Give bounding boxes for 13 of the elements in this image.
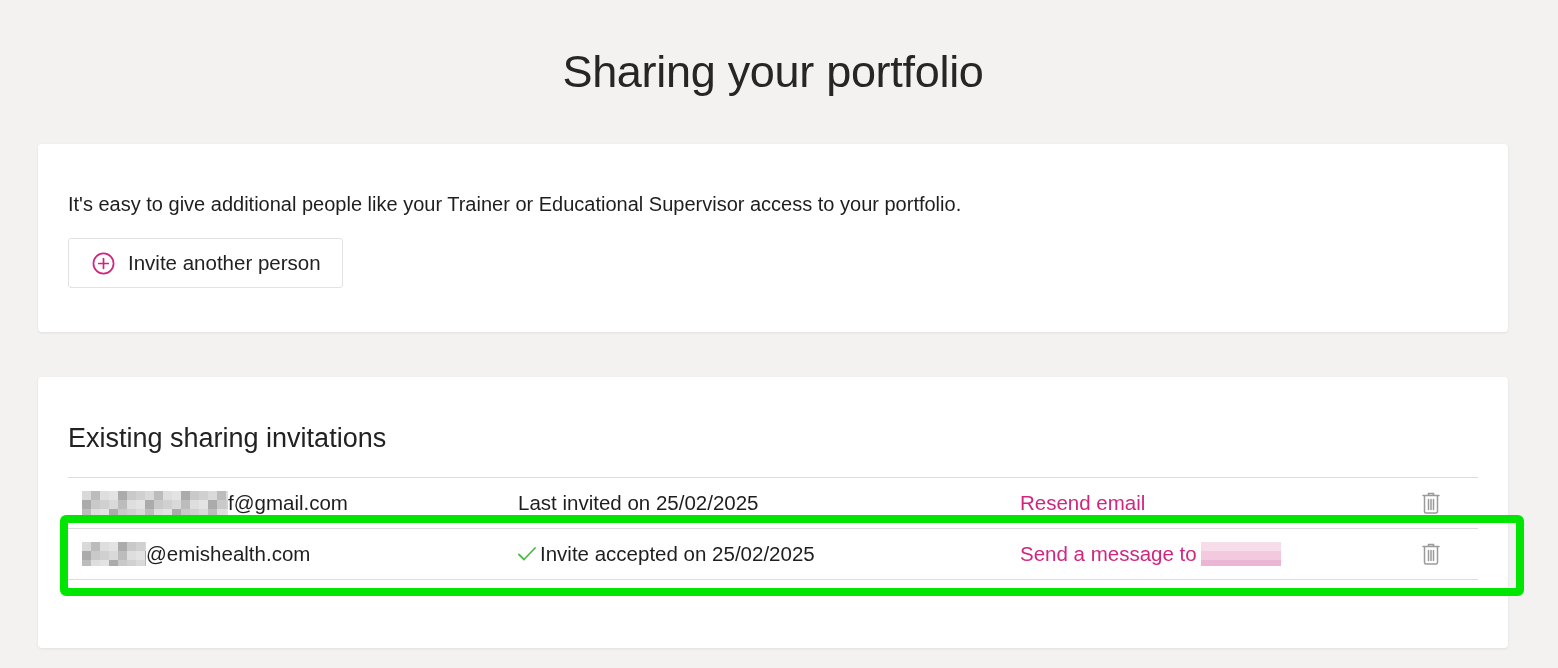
- action-link[interactable]: Send a message to: [1020, 538, 1197, 570]
- invitation-status: Invite accepted on 25/02/2025: [540, 540, 815, 567]
- invitation-status: Last invited on 25/02/2025: [518, 489, 759, 516]
- plus-circle-icon: [92, 251, 115, 275]
- email-address: @emishealth.com: [146, 540, 311, 567]
- trash-icon[interactable]: [1422, 492, 1440, 514]
- action-link[interactable]: Resend email: [1020, 487, 1146, 519]
- invite-button[interactable]: Invite another person: [68, 238, 343, 288]
- email-address: f@gmail.com: [228, 489, 348, 516]
- intro-text: It's easy to give additional people like your Trainer or Educational Supervisor access to your portfolio.: [68, 192, 962, 217]
- page-title: Sharing your portfolio: [562, 45, 984, 99]
- trash-icon[interactable]: [1422, 543, 1440, 565]
- section-heading: Existing sharing invitations: [68, 422, 1478, 478]
